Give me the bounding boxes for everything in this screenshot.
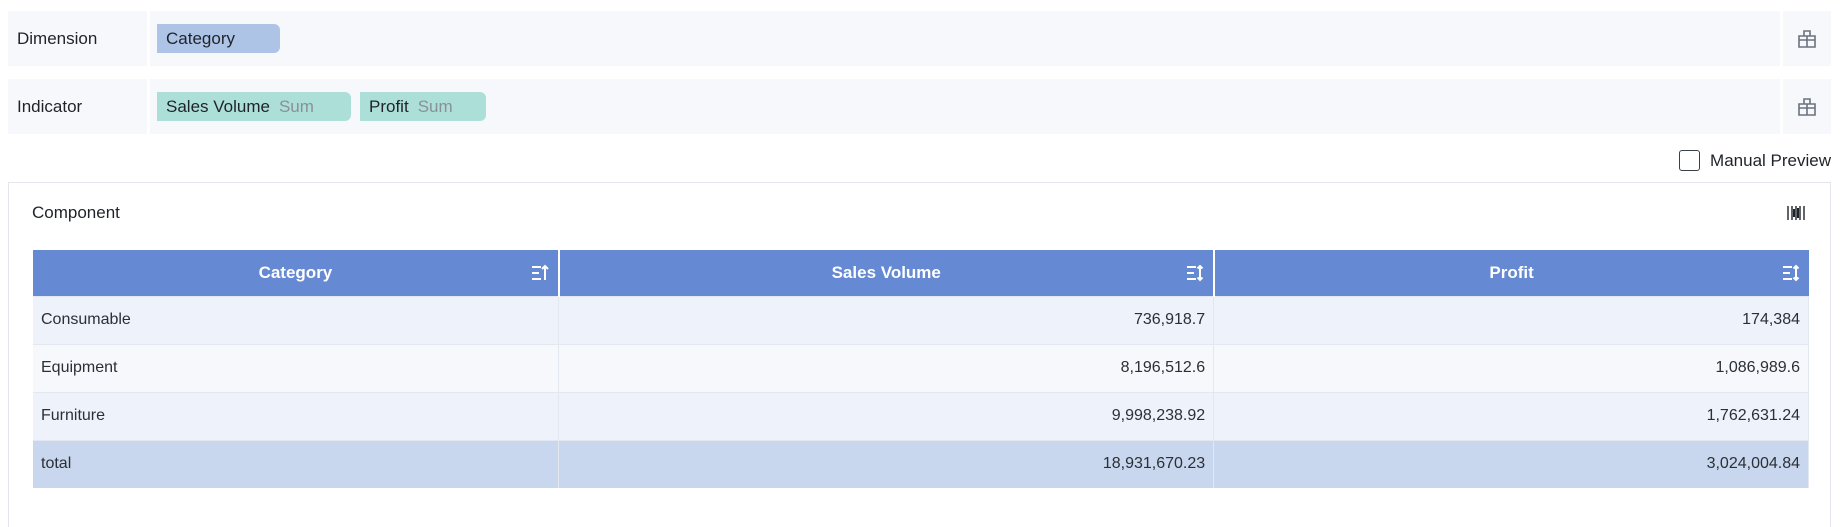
hierarchy-icon [1798,97,1816,116]
dimension-dropzone[interactable]: Category [150,11,1780,66]
barcode-icon[interactable] [1786,203,1806,228]
hierarchy-icon [1798,29,1816,48]
indicator-dropzone[interactable]: Sales Volume Sum Profit Sum [150,79,1780,134]
manual-preview-toggle[interactable]: Manual Preview [1679,150,1831,171]
total-sales-volume: 18,931,670.23 [558,439,1215,488]
table-row: Equipment 8,196,512.6 1,086,989.6 [33,343,1809,392]
cell-category: Consumable [33,295,560,344]
cell-profit: 174,384 [1213,295,1809,344]
sort-icon[interactable] [1781,263,1801,283]
indicator-label: Indicator [8,79,150,134]
indicator-chip-sales-volume[interactable]: Sales Volume Sum [157,92,351,121]
dimension-chip-category[interactable]: Category [157,24,280,53]
dimension-settings-button[interactable] [1780,11,1831,66]
column-header-category[interactable]: Category [33,250,560,296]
component-panel: Component Category Sales Volume Profit C… [8,182,1831,527]
total-row: total 18,931,670.23 3,024,004.84 [33,439,1809,488]
sort-icon[interactable] [1185,263,1205,283]
cell-sales-volume: 8,196,512.6 [558,343,1215,392]
total-label: total [33,439,560,488]
column-header-sales-volume[interactable]: Sales Volume [558,250,1215,296]
cell-profit: 1,762,631.24 [1213,391,1809,440]
table-row: Furniture 9,998,238.92 1,762,631.24 [33,391,1809,440]
dimension-row: Dimension Category [8,11,1831,66]
cell-category: Furniture [33,391,560,440]
cell-category: Equipment [33,343,560,392]
cell-sales-volume: 736,918.7 [558,295,1215,344]
column-header-profit[interactable]: Profit [1213,250,1809,296]
indicator-settings-button[interactable] [1780,79,1831,134]
data-table: Category Sales Volume Profit Consumable … [33,250,1809,488]
cell-sales-volume: 9,998,238.92 [558,391,1215,440]
manual-preview-label: Manual Preview [1710,150,1831,170]
sort-ascending-icon[interactable] [530,263,550,283]
dimension-label: Dimension [8,11,150,66]
component-title: Component [32,203,120,222]
table-row: Consumable 736,918.7 174,384 [33,295,1809,344]
indicator-row: Indicator Sales Volume Sum Profit Sum [8,79,1831,134]
indicator-chip-profit[interactable]: Profit Sum [360,92,486,121]
total-profit: 3,024,004.84 [1213,439,1809,488]
manual-preview-checkbox[interactable] [1679,150,1701,171]
cell-profit: 1,086,989.6 [1213,343,1809,392]
